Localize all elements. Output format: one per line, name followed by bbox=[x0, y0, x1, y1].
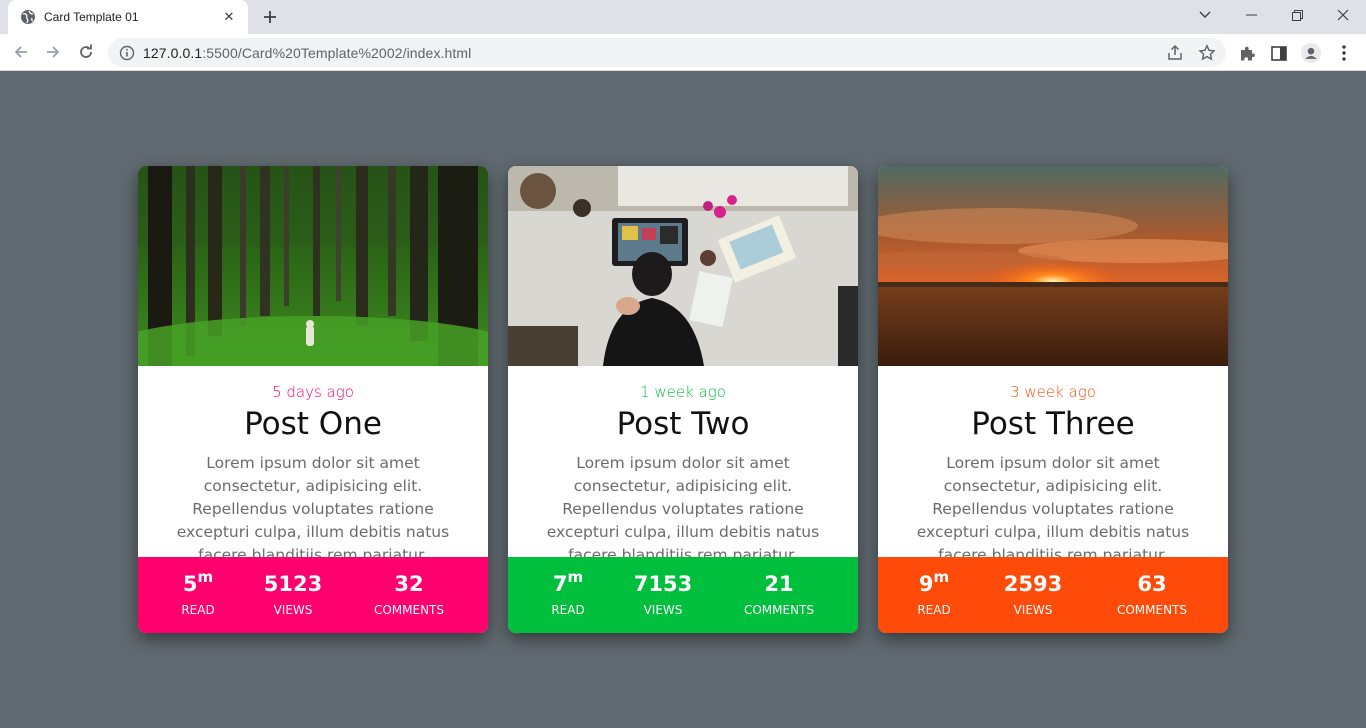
globe-icon bbox=[21, 10, 35, 24]
post-date: 3 week ago bbox=[1010, 383, 1096, 401]
card-body: 1 week ago Post Two Lorem ipsum dolor si… bbox=[508, 366, 858, 564]
stat-comments-label: COMMENTS bbox=[743, 603, 815, 617]
post-excerpt: Lorem ipsum dolor sit amet consectetur, … bbox=[916, 454, 1190, 564]
stat-views-value: 5123 bbox=[263, 572, 323, 596]
extensions-button[interactable] bbox=[1237, 43, 1257, 63]
arrow-right-icon bbox=[47, 46, 60, 58]
card-body: 3 week ago Post Three Lorem ipsum dolor … bbox=[878, 366, 1228, 564]
post-date: 5 days ago bbox=[272, 383, 354, 401]
url-host: 127.0.0.1 bbox=[143, 44, 203, 61]
stat-read-value: 7m bbox=[528, 568, 608, 596]
reload-button[interactable] bbox=[74, 40, 98, 64]
stat-read: 7m READ bbox=[528, 557, 608, 633]
kebab-menu-icon bbox=[1342, 45, 1346, 61]
post-date: 1 week ago bbox=[640, 383, 726, 401]
minimize-icon bbox=[1245, 14, 1257, 16]
stat-read-value: 9m bbox=[894, 568, 974, 596]
reload-icon bbox=[80, 44, 92, 58]
stat-views: 2593 VIEWS bbox=[993, 557, 1073, 633]
stat-comments: 21 COMMENTS bbox=[729, 557, 829, 633]
stat-comments-label: COMMENTS bbox=[1116, 603, 1188, 617]
card-body: 5 days ago Post One Lorem ipsum dolor si… bbox=[138, 366, 488, 564]
post-title: Post Two bbox=[616, 406, 750, 442]
browser-tab-strip: Card Template 01 ✕ bbox=[0, 0, 1366, 34]
read-unit: m bbox=[933, 568, 950, 586]
close-window-button[interactable] bbox=[1320, 0, 1366, 30]
stat-comments-value: 21 bbox=[764, 572, 794, 596]
post-excerpt: Lorem ipsum dolor sit amet consectetur, … bbox=[546, 454, 820, 564]
close-icon bbox=[1337, 9, 1349, 21]
post-excerpt: Lorem ipsum dolor sit amet consectetur, … bbox=[176, 454, 450, 564]
avatar-icon bbox=[1301, 43, 1321, 63]
post-title: Post Three bbox=[971, 406, 1135, 442]
tab-title: Card Template 01 bbox=[44, 10, 139, 24]
stat-comments-label: COMMENTS bbox=[373, 603, 445, 617]
stat-comments: 32 COMMENTS bbox=[359, 557, 459, 633]
read-minutes: 9 bbox=[918, 572, 934, 596]
menu-button[interactable] bbox=[1334, 43, 1354, 63]
side-panel-icon bbox=[1271, 45, 1287, 61]
stat-views-label: VIEWS bbox=[643, 603, 683, 617]
puzzle-icon bbox=[1240, 46, 1255, 60]
profile-button[interactable] bbox=[1301, 43, 1321, 63]
bookmark-star-icon[interactable] bbox=[1198, 44, 1216, 62]
card-image-desk bbox=[508, 166, 858, 366]
tab-search-button[interactable] bbox=[1182, 0, 1228, 30]
chevron-down-icon bbox=[1199, 11, 1211, 18]
stat-comments-value: 63 bbox=[1137, 572, 1167, 596]
stat-read-label: READ bbox=[917, 603, 951, 617]
new-tab-button[interactable] bbox=[258, 5, 282, 29]
stat-read: 9m READ bbox=[894, 557, 974, 633]
post-card-2: 1 week ago Post Two Lorem ipsum dolor si… bbox=[508, 166, 858, 633]
stat-comments: 63 COMMENTS bbox=[1102, 557, 1202, 633]
browser-tab[interactable]: Card Template 01 ✕ bbox=[8, 0, 248, 34]
stat-read-label: READ bbox=[181, 603, 215, 617]
browser-toolbar: 127.0.0.1:5500/Card%20Template%2002/inde… bbox=[0, 34, 1366, 71]
read-minutes: 7 bbox=[552, 572, 568, 596]
restore-button[interactable] bbox=[1274, 0, 1320, 30]
address-bar[interactable]: 127.0.0.1:5500/Card%20Template%2002/inde… bbox=[108, 38, 1226, 67]
card-image-forest bbox=[138, 166, 488, 366]
url-path: :5500/Card%20Template%2002/index.html bbox=[202, 44, 472, 61]
card-stats-bar: 9m READ 2593 VIEWS 63 COMMENTS bbox=[878, 557, 1228, 633]
stat-read-value: 5m bbox=[158, 568, 238, 596]
stat-comments-value: 32 bbox=[394, 572, 424, 596]
stat-read: 5m READ bbox=[158, 557, 238, 633]
plus-icon bbox=[264, 11, 276, 23]
stat-views-value: 2593 bbox=[1003, 572, 1063, 596]
share-icon[interactable] bbox=[1166, 44, 1184, 62]
stat-views-label: VIEWS bbox=[1013, 603, 1053, 617]
minimize-button[interactable] bbox=[1228, 0, 1274, 30]
close-tab-icon[interactable]: ✕ bbox=[220, 10, 238, 25]
post-card-1: 5 days ago Post One Lorem ipsum dolor si… bbox=[138, 166, 488, 633]
stat-views: 5123 VIEWS bbox=[253, 557, 333, 633]
restore-icon bbox=[1291, 9, 1303, 21]
card-stats-bar: 5m READ 5123 VIEWS 32 COMMENTS bbox=[138, 557, 488, 633]
forward-button[interactable] bbox=[41, 40, 65, 64]
side-panel-button[interactable] bbox=[1269, 43, 1289, 63]
card-image-sunset bbox=[878, 166, 1228, 366]
stat-read-label: READ bbox=[551, 603, 585, 617]
card-stats-bar: 7m READ 7153 VIEWS 21 COMMENTS bbox=[508, 557, 858, 633]
stat-views-value: 7153 bbox=[633, 572, 693, 596]
read-unit: m bbox=[197, 568, 214, 586]
post-title: Post One bbox=[244, 406, 382, 442]
read-minutes: 5 bbox=[182, 572, 198, 596]
read-unit: m bbox=[567, 568, 584, 586]
info-icon[interactable] bbox=[119, 45, 135, 61]
url-text: 127.0.0.1:5500/Card%20Template%2002/inde… bbox=[143, 45, 471, 61]
stat-views-label: VIEWS bbox=[273, 603, 313, 617]
back-button[interactable] bbox=[9, 40, 33, 64]
arrow-left-icon bbox=[14, 46, 27, 58]
post-card-3: 3 week ago Post Three Lorem ipsum dolor … bbox=[878, 166, 1228, 633]
stat-views: 7153 VIEWS bbox=[623, 557, 703, 633]
